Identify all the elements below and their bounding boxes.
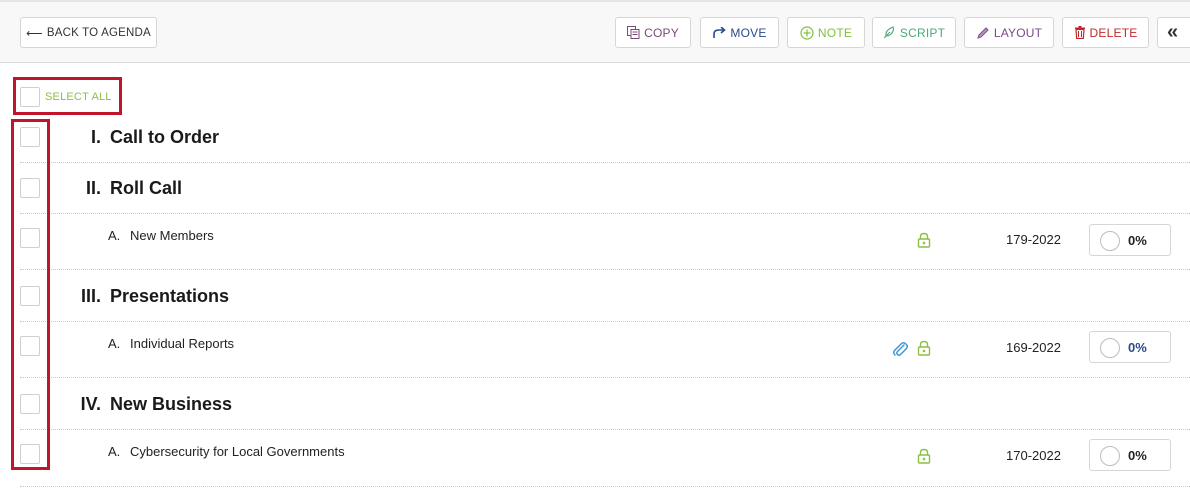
note-button[interactable]: NOTE bbox=[787, 17, 865, 48]
layout-label: LAYOUT bbox=[993, 25, 1043, 40]
item-letter: A. bbox=[108, 336, 121, 351]
double-chevron-left-icon: « bbox=[1167, 21, 1179, 43]
move-label: MOVE bbox=[730, 25, 767, 40]
script-label: SCRIPT bbox=[899, 25, 946, 40]
collapse-panel-button[interactable]: « bbox=[1157, 17, 1190, 48]
lock-icon bbox=[917, 340, 931, 356]
row-checkbox[interactable] bbox=[20, 336, 40, 356]
row-divider bbox=[20, 429, 1190, 430]
section-number: IV. bbox=[80, 394, 101, 414]
row-checkbox[interactable] bbox=[20, 286, 40, 306]
item-title[interactable]: Individual Reports bbox=[130, 336, 234, 351]
back-to-agenda-button[interactable]: ⟵ BACK TO AGENDA bbox=[20, 17, 157, 48]
row-divider bbox=[20, 377, 1190, 378]
item-number: 170-2022 bbox=[1006, 448, 1061, 463]
progress-ring-icon bbox=[1100, 446, 1120, 466]
item-number: 169-2022 bbox=[1006, 340, 1061, 355]
select-all-checkbox[interactable] bbox=[20, 87, 40, 107]
copy-button[interactable]: COPY bbox=[615, 17, 691, 48]
lock-icon bbox=[917, 232, 931, 248]
pencil-icon bbox=[976, 26, 990, 40]
delete-button[interactable]: DELETE bbox=[1062, 17, 1149, 48]
item-letter: A. bbox=[108, 444, 121, 459]
copy-label: COPY bbox=[644, 25, 679, 40]
layout-button[interactable]: LAYOUT bbox=[964, 17, 1054, 48]
item-letter: A. bbox=[108, 228, 121, 243]
trash-icon bbox=[1074, 26, 1086, 39]
select-all-label: SELECT ALL bbox=[45, 91, 112, 103]
progress-button[interactable]: 0% bbox=[1089, 439, 1171, 471]
row-divider bbox=[20, 486, 1190, 487]
row-divider bbox=[20, 269, 1190, 270]
row-checkbox[interactable] bbox=[20, 178, 40, 198]
item-title[interactable]: Cybersecurity for Local Governments bbox=[130, 444, 345, 459]
copy-icon bbox=[627, 26, 640, 39]
section-title[interactable]: New Business bbox=[110, 394, 232, 415]
toolbar: ⟵ BACK TO AGENDA COPY MOVE NOTE SCRIPT L… bbox=[0, 0, 1190, 63]
progress-percent: 0% bbox=[1128, 340, 1147, 355]
progress-button[interactable]: 0% bbox=[1089, 331, 1171, 363]
section-number: I. bbox=[90, 127, 101, 147]
feather-icon bbox=[883, 26, 896, 39]
progress-ring-icon bbox=[1100, 338, 1120, 358]
section-number: III. bbox=[80, 286, 101, 306]
row-checkbox[interactable] bbox=[20, 394, 40, 414]
row-checkbox[interactable] bbox=[20, 444, 40, 464]
lock-icon bbox=[917, 448, 931, 464]
redo-arrow-icon bbox=[712, 26, 727, 39]
progress-percent: 0% bbox=[1128, 448, 1147, 463]
section-title[interactable]: Call to Order bbox=[110, 127, 219, 148]
row-divider bbox=[20, 213, 1190, 214]
row-divider bbox=[20, 162, 1190, 163]
delete-label: DELETE bbox=[1089, 25, 1138, 40]
row-checkbox[interactable] bbox=[20, 127, 40, 147]
progress-ring-icon bbox=[1100, 231, 1120, 251]
section-title[interactable]: Presentations bbox=[110, 286, 229, 307]
paperclip-icon[interactable] bbox=[892, 340, 908, 356]
section-number: II. bbox=[85, 178, 101, 198]
row-divider bbox=[20, 321, 1190, 322]
move-button[interactable]: MOVE bbox=[700, 17, 779, 48]
arrow-left-icon: ⟵ bbox=[26, 27, 43, 40]
item-number: 179-2022 bbox=[1006, 232, 1061, 247]
row-checkbox[interactable] bbox=[20, 228, 40, 248]
plus-circle-icon bbox=[800, 25, 814, 40]
back-to-agenda-label: BACK TO AGENDA bbox=[46, 26, 151, 39]
script-button[interactable]: SCRIPT bbox=[872, 17, 956, 48]
progress-button[interactable]: 0% bbox=[1089, 224, 1171, 256]
note-label: NOTE bbox=[817, 25, 853, 40]
item-title[interactable]: New Members bbox=[130, 228, 214, 243]
section-title[interactable]: Roll Call bbox=[110, 178, 182, 199]
progress-percent: 0% bbox=[1128, 233, 1147, 248]
